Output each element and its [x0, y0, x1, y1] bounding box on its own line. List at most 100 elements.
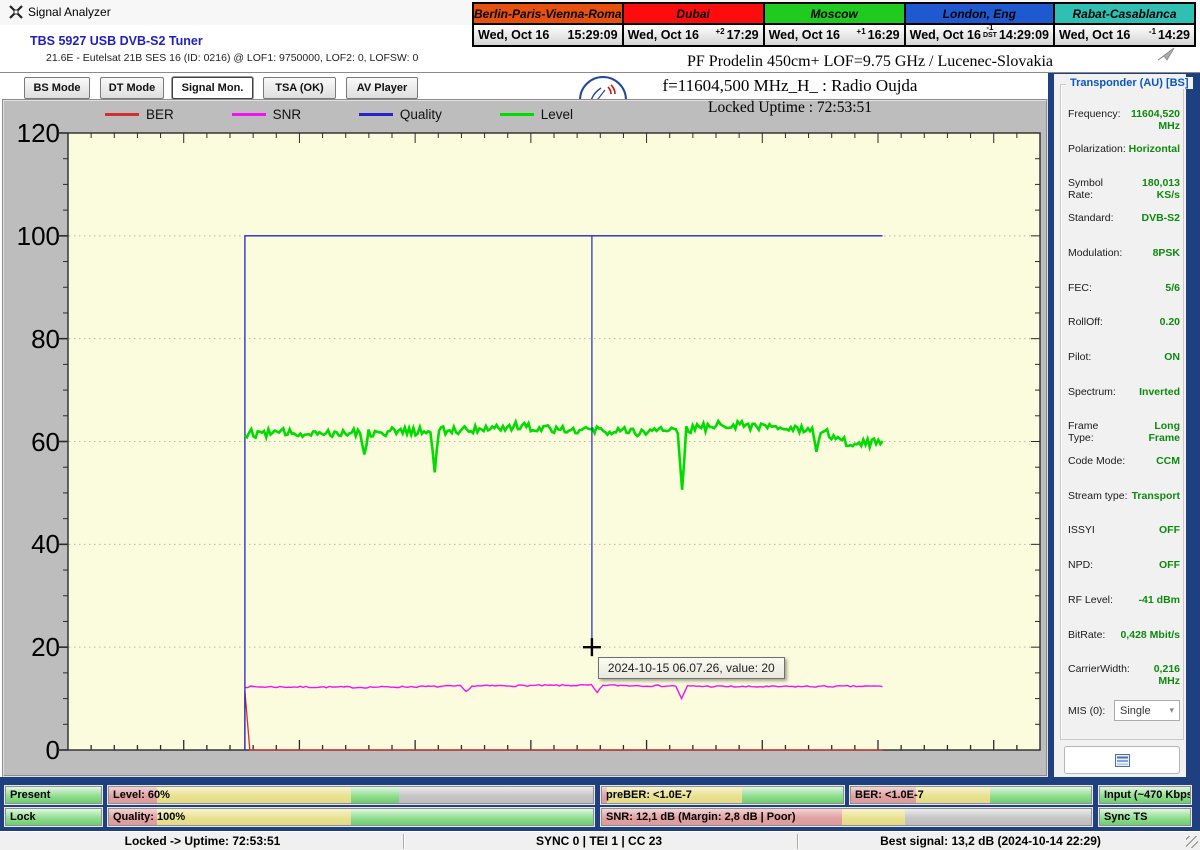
site-title: PF Prodelin 450cm+ LOF=9.75 GHz / Lucene…: [640, 53, 1100, 71]
plane-icon: [1156, 46, 1176, 67]
snr-meter: SNR: 12,1 dB (Margin: 2,8 dB | Poor): [601, 808, 1092, 826]
field-value: 8PSK: [1153, 247, 1180, 259]
clock-city: Dubai: [624, 4, 763, 23]
transponder-title: Transponder (AU) [BS]: [1066, 77, 1193, 89]
field-label: BitRate:: [1068, 629, 1105, 641]
field-value: OFF: [1159, 524, 1180, 536]
level-meter: Level: 60%: [108, 786, 594, 804]
field-label: FEC:: [1068, 282, 1092, 294]
tuner-info: 21.6E - Eutelsat 21B SES 16 (ID: 0216) @…: [46, 52, 418, 64]
clock-city: Berlin-Paris-Vienna-Roma: [474, 4, 622, 23]
header-divider: [0, 72, 1200, 73]
clock-time: Wed, Oct 1615:29:09: [474, 23, 622, 45]
meter-label: Present: [10, 789, 50, 801]
save-icon: [1115, 754, 1130, 767]
meter-label: Sync TS: [1104, 811, 1147, 823]
resize-grip[interactable]: [1186, 836, 1198, 848]
field-value: 0,216 MHz: [1130, 663, 1180, 687]
transponder-field-10: Code Mode:CCM: [1068, 455, 1180, 467]
field-label: Symbol Rate:: [1068, 177, 1123, 201]
mode-button-tsa-ok-[interactable]: TSA (OK): [263, 77, 336, 99]
clock-city: Moscow: [765, 4, 904, 23]
field-value: 180,013 KS/s: [1123, 177, 1180, 201]
meter-label: preBER: <1.0E-7: [606, 789, 692, 801]
status-sync: SYNC 0 | TEI 1 | CC 23: [404, 834, 794, 848]
clock-2: MoscowWed, Oct 16+116:29: [765, 4, 906, 45]
app-icon: [8, 4, 24, 25]
field-value: -41 dBm: [1139, 594, 1180, 606]
field-value: Long Frame: [1123, 420, 1180, 444]
y-axis-label: 120: [6, 118, 60, 149]
field-value: DVB-S2: [1141, 212, 1180, 224]
clock-time: Wed, Oct 16+217:29: [624, 23, 763, 45]
meter-label: Quality: 100%: [113, 811, 185, 823]
field-value: 5/6: [1165, 282, 1180, 294]
preber-meter: preBER: <1.0E-7: [601, 786, 844, 804]
y-axis-label: 20: [6, 632, 60, 663]
transponder-field-11: Stream type:Transport: [1068, 490, 1180, 502]
legend-swatch: [105, 113, 139, 116]
transponder-field-2: Symbol Rate:180,013 KS/s: [1068, 177, 1180, 201]
mis-label: MIS (0):: [1068, 705, 1105, 717]
transponder-field-7: Pilot:ON: [1068, 351, 1180, 363]
clock-4: Rabat-CasablancaWed, Oct 16-114:29: [1055, 4, 1194, 45]
field-value: 11604,520 MHz: [1121, 108, 1180, 132]
transponder-field-13: NPD: OFF: [1068, 559, 1180, 571]
transponder-field-16: CarrierWidth:0,216 MHz: [1068, 663, 1180, 687]
legend-item-level: Level: [500, 107, 573, 122]
mis-select[interactable]: Single ▾: [1114, 700, 1180, 721]
field-label: Polarization:: [1068, 143, 1126, 155]
legend-item-snr: SNR: [232, 107, 302, 122]
field-value: CCM: [1156, 455, 1180, 467]
transponder-field-14: RF Level:-41 dBm: [1068, 594, 1180, 606]
statusbar: Locked -> Uptime: 72:53:51 SYNC 0 | TEI …: [0, 831, 1200, 850]
transponder-field-6: RollOff:0.20: [1068, 316, 1180, 328]
status-uptime: Locked -> Uptime: 72:53:51: [5, 834, 400, 848]
y-axis-label: 0: [6, 735, 60, 766]
field-label: Modulation:: [1068, 247, 1122, 259]
world-clocks: Berlin-Paris-Vienna-RomaWed, Oct 1615:29…: [472, 2, 1196, 47]
meter-label: Lock: [10, 811, 36, 823]
field-label: Standard:: [1068, 212, 1114, 224]
field-label: Frequency:: [1068, 108, 1121, 120]
uptime-title: Locked Uptime : 72:53:51: [640, 99, 940, 117]
legend-label: BER: [146, 107, 174, 122]
status-best-signal: Best signal: 13,2 dB (2024-10-14 22:29): [798, 834, 1183, 848]
tuner-name: TBS 5927 USB DVB-S2 Tuner: [30, 34, 203, 48]
window-title: Signal Analyzer: [28, 5, 111, 19]
field-value: 0.20: [1160, 316, 1180, 328]
signal-chart-plot[interactable]: [68, 133, 1040, 750]
field-label: NPD:: [1068, 559, 1093, 571]
quality-meter: Quality: 100%: [108, 808, 594, 826]
transponder-field-8: Spectrum:Inverted: [1068, 386, 1180, 398]
meter-label: Level: 60%: [113, 789, 170, 801]
clock-3: London, EngWed, Oct 16-1DST14:29:09: [906, 4, 1055, 45]
clock-time: Wed, Oct 16-1DST14:29:09: [906, 23, 1053, 45]
clock-time: Wed, Oct 16+116:29: [765, 23, 904, 45]
field-label: CarrierWidth:: [1068, 663, 1130, 675]
mode-button-bs-mode[interactable]: BS Mode: [24, 77, 90, 99]
field-label: ISSYI: [1068, 524, 1095, 536]
field-value: OFF: [1159, 559, 1180, 571]
clock-0: Berlin-Paris-Vienna-RomaWed, Oct 1615:29…: [474, 4, 624, 45]
legend-item-ber: BER: [105, 107, 174, 122]
transponder-field-1: Polarization:Horizontal: [1068, 143, 1180, 155]
transponder-field-4: Modulation: 8PSK: [1068, 247, 1180, 259]
field-value: Inverted: [1139, 386, 1180, 398]
transponder-field-3: Standard: DVB-S2: [1068, 212, 1180, 224]
field-label: Stream type:: [1068, 490, 1128, 502]
field-value: ON: [1164, 351, 1180, 363]
meter-label: BER: <1.0E-7: [855, 789, 924, 801]
meter-label: Input (~470 Kbps): [1104, 789, 1191, 801]
legend-swatch: [232, 113, 266, 116]
transponder-field-15: BitRate:0,428 Mbit/s: [1068, 629, 1180, 641]
mode-button-signal-mon-[interactable]: Signal Mon.: [172, 77, 253, 99]
legend-swatch: [359, 113, 393, 116]
present-indicator: Present: [5, 786, 102, 804]
mis-row: MIS (0): Single ▾: [1068, 700, 1180, 721]
transponder-field-9: Frame Type:Long Frame: [1068, 420, 1180, 444]
mode-button-av-player[interactable]: AV Player: [346, 77, 418, 99]
y-axis-label: 80: [6, 324, 60, 355]
save-button[interactable]: [1064, 746, 1180, 774]
mode-button-dt-mode[interactable]: DT Mode: [100, 77, 164, 99]
